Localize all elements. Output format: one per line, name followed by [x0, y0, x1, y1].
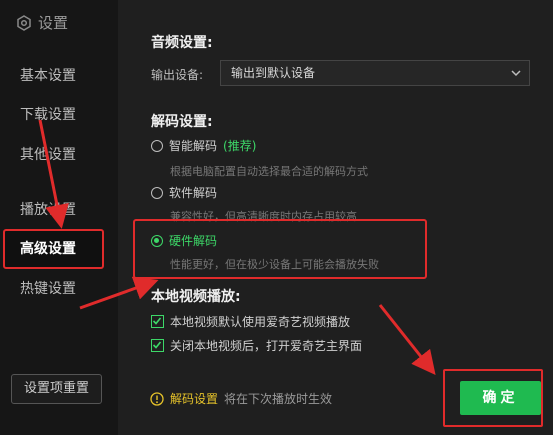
notice-text: 将在下次播放时生效	[224, 392, 333, 406]
checkmark-icon	[152, 341, 162, 349]
output-device-label: 输出设备:	[151, 68, 204, 82]
nav-download-settings[interactable]: 下载设置	[0, 97, 118, 133]
reset-settings-button[interactable]: 设置项重置	[11, 374, 102, 404]
nav-advanced-settings[interactable]: 高级设置	[0, 231, 118, 267]
nav-playback-settings[interactable]: 播放设置	[0, 192, 118, 228]
nav-other-settings[interactable]: 其他设置	[0, 137, 118, 173]
sidebar: 设置 基本设置 下载设置 其他设置 播放设置 高级设置 热键设置 设置项重置	[0, 0, 118, 435]
ok-button[interactable]: 确定	[460, 381, 541, 415]
checkbox-label: 本地视频默认使用爱奇艺视频播放	[170, 315, 351, 329]
radio-smart-decode[interactable]: 智能解码 (推荐)	[151, 137, 256, 154]
checkbox-label: 关闭本地视频后，打开爱奇艺主界面	[170, 339, 363, 353]
radio-label: 硬件解码	[169, 234, 218, 248]
local-video-section-title: 本地视频播放:	[151, 289, 241, 305]
decode-section-title: 解码设置:	[151, 114, 213, 130]
checkbox-open-main[interactable]: 关闭本地视频后，打开爱奇艺主界面	[151, 337, 362, 354]
checkbox[interactable]	[151, 315, 164, 328]
output-device-value: 输出到默认设备	[231, 66, 316, 80]
checkbox-default-player[interactable]: 本地视频默认使用爱奇艺视频播放	[151, 313, 350, 330]
hardware-decode-desc: 性能更好，但在极少设备上可能会播放失败	[170, 258, 379, 271]
recommended-tag: (推荐)	[223, 139, 257, 153]
brand: 设置	[16, 12, 68, 33]
output-device-select[interactable]: 输出到默认设备	[220, 60, 530, 86]
notice: 解码设置 将在下次播放时生效	[150, 390, 332, 407]
radio-hardware-decode[interactable]: 硬件解码	[151, 232, 217, 249]
settings-title: 设置	[38, 14, 69, 32]
nav-basic-settings[interactable]: 基本设置	[0, 58, 118, 94]
checkmark-icon	[152, 317, 162, 325]
radio-button[interactable]	[151, 139, 163, 152]
radio-button[interactable]	[151, 186, 163, 199]
radio-button-checked[interactable]	[151, 234, 163, 247]
gear-icon	[17, 14, 31, 31]
arrow-to-ok	[378, 304, 436, 376]
radio-software-decode[interactable]: 软件解码	[151, 184, 217, 201]
nav-hotkey-settings[interactable]: 热键设置	[0, 271, 118, 307]
warning-icon	[150, 391, 164, 406]
notice-key: 解码设置	[170, 392, 219, 406]
chevron-down-icon	[511, 70, 521, 77]
checkbox[interactable]	[151, 339, 164, 352]
audio-section-title: 音频设置:	[151, 35, 213, 51]
radio-label: 软件解码	[169, 186, 218, 200]
smart-decode-desc: 根据电脑配置自动选择最合适的解码方式	[170, 165, 368, 178]
radio-label: 智能解码	[169, 139, 218, 153]
